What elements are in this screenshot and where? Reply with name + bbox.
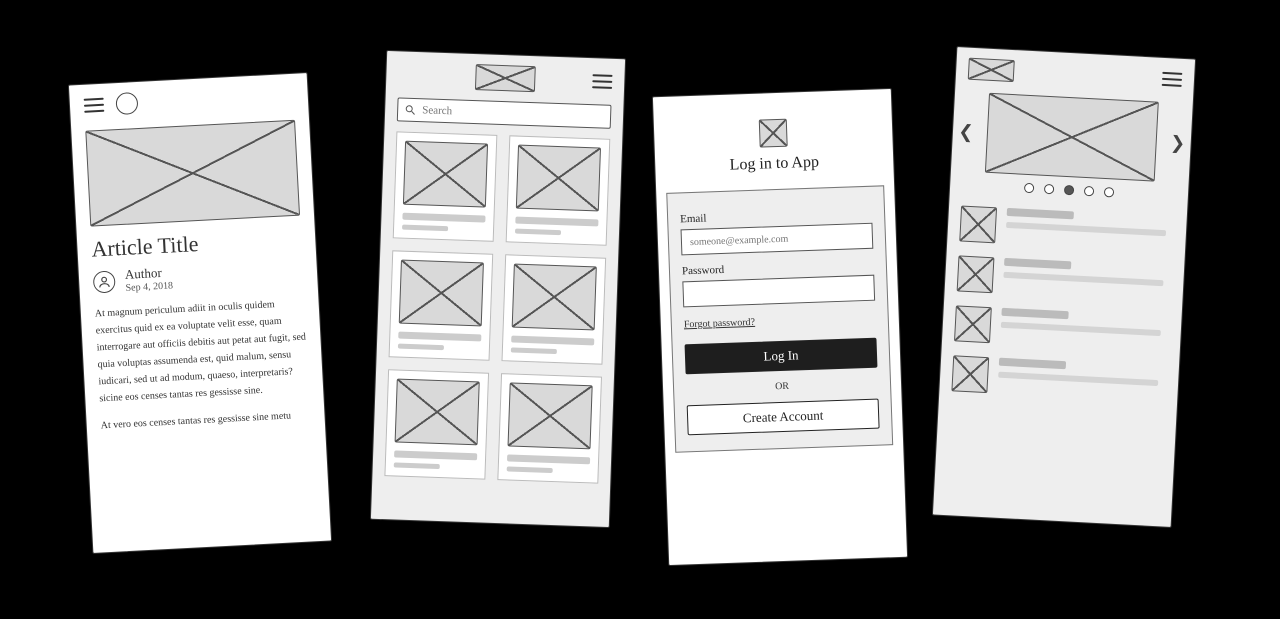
text-placeholder <box>1004 258 1072 270</box>
carousel-dot[interactable] <box>1104 187 1115 198</box>
thumb-placeholder <box>512 264 597 331</box>
author-row: Author Sep 4, 2018 <box>93 258 304 296</box>
hamburger-icon[interactable] <box>592 74 612 89</box>
login-screen: Log in to App Email Password Forgot pass… <box>652 88 908 566</box>
text-placeholder <box>999 358 1067 370</box>
list-item[interactable] <box>957 255 1173 302</box>
text-placeholder <box>1003 272 1163 286</box>
search-field[interactable] <box>422 104 604 122</box>
email-label: Email <box>680 207 872 226</box>
forgot-password-link[interactable]: Forgot password? <box>684 317 756 330</box>
list-item[interactable] <box>954 305 1170 352</box>
gallery-topbar <box>386 51 625 101</box>
article-paragraph: At magnum periculum adiit in oculis quid… <box>94 295 309 408</box>
text-placeholder <box>998 372 1158 386</box>
app-logo-placeholder <box>759 119 788 148</box>
login-form: Email Password Forgot password? Log In O… <box>666 185 893 452</box>
gallery-card[interactable] <box>506 135 611 245</box>
login-title: Log in to App <box>655 151 893 177</box>
text-placeholder <box>511 335 594 345</box>
text-placeholder <box>402 225 448 232</box>
carousel-dots <box>950 179 1188 201</box>
article-title: Article Title <box>91 226 302 263</box>
article-date: Sep 4, 2018 <box>125 280 173 293</box>
hamburger-icon[interactable] <box>84 98 105 113</box>
text-placeholder <box>398 344 444 351</box>
carousel-image-placeholder[interactable] <box>985 93 1159 182</box>
thumb-placeholder <box>403 141 488 208</box>
text-placeholder <box>515 229 561 236</box>
thumb-placeholder <box>951 355 989 393</box>
password-label: Password <box>682 259 874 278</box>
text-placeholder <box>1001 322 1161 336</box>
feed-screen: ❮ ❯ <box>932 46 1196 528</box>
article-paragraph: At vero eos censes tantas res gessisse s… <box>100 406 311 434</box>
search-icon <box>404 104 416 116</box>
text-placeholder <box>398 332 481 342</box>
hero-image-placeholder <box>85 120 300 227</box>
email-field[interactable] <box>681 223 874 256</box>
gallery-card[interactable] <box>389 250 494 360</box>
hamburger-icon[interactable] <box>1162 72 1183 87</box>
password-field[interactable] <box>682 275 875 308</box>
or-divider: OR <box>686 378 878 396</box>
feed-topbar <box>955 47 1195 97</box>
search-input[interactable] <box>397 97 612 128</box>
carousel: ❮ ❯ <box>951 91 1193 183</box>
text-placeholder <box>507 466 553 473</box>
chevron-right-icon[interactable]: ❯ <box>1168 133 1187 152</box>
text-placeholder <box>1006 222 1166 236</box>
list-item[interactable] <box>959 206 1175 253</box>
text-placeholder <box>402 213 485 223</box>
gallery-card[interactable] <box>384 369 489 479</box>
feed-list <box>939 205 1186 403</box>
text-placeholder <box>1007 208 1075 220</box>
thumb-placeholder <box>399 260 484 327</box>
profile-avatar[interactable] <box>115 92 138 115</box>
thumb-placeholder <box>959 206 997 244</box>
list-item[interactable] <box>951 355 1167 402</box>
thumb-placeholder <box>508 382 593 449</box>
text-placeholder <box>1001 308 1069 320</box>
thumb-placeholder <box>957 255 995 293</box>
thumb-placeholder <box>395 379 480 446</box>
chevron-left-icon[interactable]: ❮ <box>957 122 976 141</box>
carousel-dot[interactable] <box>1084 186 1095 197</box>
thumb-placeholder <box>954 305 992 343</box>
gallery-card[interactable] <box>497 373 602 483</box>
logo-placeholder <box>968 58 1015 82</box>
carousel-dot[interactable] <box>1064 185 1075 196</box>
text-placeholder <box>394 450 477 460</box>
author-avatar-icon <box>93 270 116 293</box>
gallery-card[interactable] <box>501 254 606 364</box>
gallery-screen <box>370 50 626 528</box>
carousel-dot[interactable] <box>1044 184 1055 195</box>
text-placeholder <box>507 454 590 464</box>
text-placeholder <box>511 347 557 354</box>
gallery-card[interactable] <box>393 131 498 241</box>
article-header <box>69 73 309 127</box>
article-screen: Article Title Author Sep 4, 2018 At magn… <box>68 72 332 554</box>
carousel-dot[interactable] <box>1024 183 1035 194</box>
logo-placeholder <box>475 64 536 92</box>
create-account-button[interactable]: Create Account <box>687 399 880 436</box>
text-placeholder <box>394 462 440 469</box>
thumb-placeholder <box>516 145 601 212</box>
gallery-grid <box>372 131 622 496</box>
login-button[interactable]: Log In <box>685 338 878 375</box>
text-placeholder <box>515 217 598 227</box>
